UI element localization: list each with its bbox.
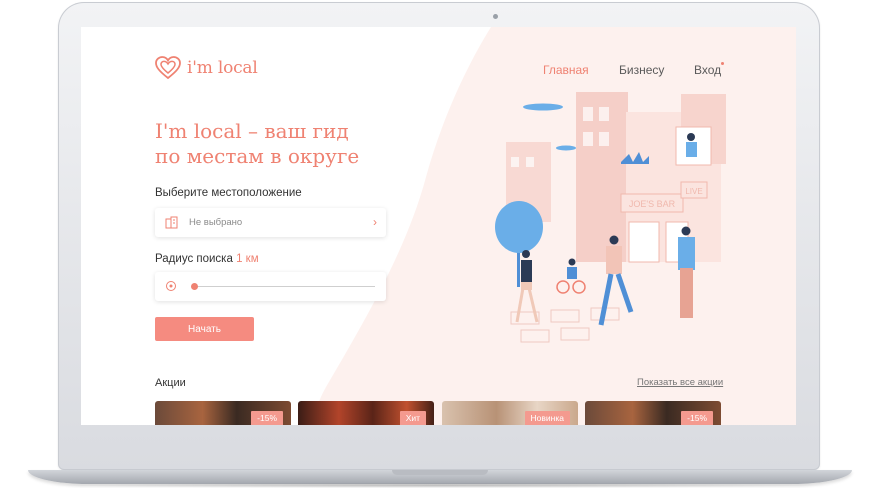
slider-track[interactable] bbox=[195, 286, 375, 287]
promo-card[interactable]: Новинка bbox=[442, 401, 578, 425]
location-label: Выберите местоположение bbox=[155, 187, 302, 199]
live-sign-text: LIVE bbox=[685, 187, 702, 196]
laptop-shadow bbox=[40, 483, 840, 488]
promos-title: Акции bbox=[155, 377, 186, 389]
logo[interactable]: i'm local bbox=[155, 56, 258, 80]
notification-dot bbox=[721, 62, 724, 65]
radius-label: Радиус поиска 1 км bbox=[155, 253, 259, 265]
hero-title-line2: по местам в округе bbox=[155, 144, 360, 168]
laptop-notch bbox=[392, 470, 488, 475]
promo-badge: -15% bbox=[681, 411, 713, 425]
hero-title: I'm local – ваш гид по местам в округе bbox=[155, 119, 415, 169]
bar-sign-text: JOE'S BAR bbox=[629, 199, 676, 209]
target-icon bbox=[166, 281, 176, 291]
radius-slider-field[interactable] bbox=[155, 272, 386, 301]
logo-text: i'm local bbox=[187, 58, 258, 78]
nav-business[interactable]: Бизнесу bbox=[619, 63, 664, 77]
promo-card[interactable]: -15% bbox=[155, 401, 291, 425]
chevron-right-icon[interactable]: › bbox=[373, 215, 377, 229]
promo-card[interactable]: -15% bbox=[585, 401, 721, 425]
promo-badge: Новинка bbox=[524, 411, 570, 425]
slider-handle[interactable] bbox=[191, 283, 198, 290]
promo-card[interactable]: Хит bbox=[298, 401, 434, 425]
camera-icon bbox=[493, 14, 498, 19]
hero-title-line1: I'm local – ваш гид bbox=[155, 119, 349, 143]
radius-value: 1 км bbox=[236, 253, 259, 265]
promo-badge: -15% bbox=[251, 411, 283, 425]
radius-label-text: Радиус поиска bbox=[155, 253, 233, 265]
promo-badge: Хит bbox=[399, 411, 426, 425]
start-button[interactable]: Начать bbox=[155, 317, 254, 341]
heart-logo-icon bbox=[155, 56, 181, 80]
location-select[interactable]: Не выбрано › bbox=[155, 208, 386, 237]
location-value: Не выбрано bbox=[189, 217, 243, 228]
show-all-promos-link[interactable]: Показать все акции bbox=[637, 377, 723, 388]
city-street-illustration: JOE'S BAR LIVE bbox=[481, 92, 726, 347]
nav-home[interactable]: Главная bbox=[543, 63, 589, 77]
nav-login[interactable]: Вход bbox=[694, 63, 721, 77]
city-icon bbox=[165, 216, 178, 229]
browser-screen: i'm local Главная Бизнесу Вход I'm local… bbox=[81, 27, 796, 425]
